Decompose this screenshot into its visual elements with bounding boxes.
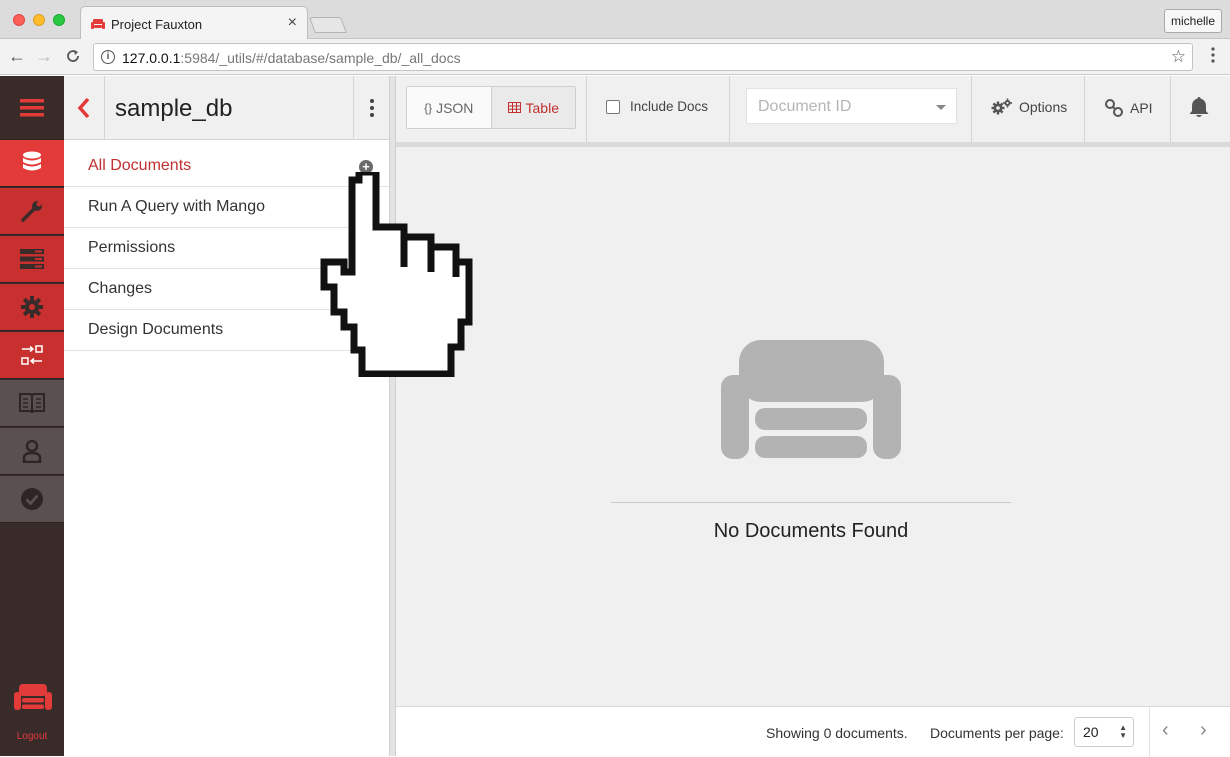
header-divider bbox=[586, 76, 587, 142]
hand-pointer-cursor-icon bbox=[320, 172, 473, 377]
replication-icon bbox=[21, 345, 43, 365]
notifications-button[interactable] bbox=[1188, 96, 1216, 118]
json-view-button[interactable]: {} JSON bbox=[407, 87, 492, 128]
address-bar[interactable]: i 127.0.0.1:5984/_utils/#/database/sampl… bbox=[93, 43, 1193, 71]
browser-tab[interactable]: Project Fauxton × bbox=[80, 6, 308, 39]
sidebar-item-label: Run A Query with Mango bbox=[88, 198, 265, 215]
nav-databases[interactable] bbox=[0, 140, 64, 187]
reload-icon[interactable] bbox=[62, 46, 84, 69]
nav-setup[interactable] bbox=[0, 188, 64, 235]
table-view-button[interactable]: Table bbox=[491, 87, 575, 128]
sidebar-item-label: Design Documents bbox=[88, 321, 224, 338]
checkbox-box[interactable] bbox=[606, 99, 620, 114]
server-icon bbox=[20, 249, 44, 269]
per-page-value: 20 bbox=[1083, 724, 1099, 740]
header-divider bbox=[1170, 76, 1171, 142]
options-label: Options bbox=[1019, 99, 1068, 115]
couch-favicon-icon bbox=[91, 19, 105, 29]
showing-count: Showing 0 documents. bbox=[766, 725, 908, 741]
bookmark-star-icon[interactable]: ☆ bbox=[1171, 47, 1186, 67]
tab-title: Project Fauxton bbox=[111, 17, 203, 32]
sidebar-item-label: Changes bbox=[88, 280, 153, 297]
gears-icon bbox=[991, 98, 1012, 115]
forward-arrow-icon[interactable]: → bbox=[33, 46, 55, 67]
minimize-window-button[interactable] bbox=[33, 14, 45, 26]
footer-divider bbox=[1149, 707, 1150, 757]
empty-state-message: No Documents Found bbox=[713, 520, 909, 542]
json-label: JSON bbox=[436, 99, 474, 116]
wrench-icon bbox=[21, 201, 42, 222]
view-toggle: {} JSON Table bbox=[406, 86, 576, 129]
info-icon[interactable]: i bbox=[101, 50, 115, 64]
documents-header: {} JSON Table Include Docs Document ID O… bbox=[396, 76, 1230, 147]
couch-icon bbox=[721, 340, 901, 459]
api-label: API bbox=[1130, 100, 1153, 116]
nav-verify[interactable] bbox=[0, 476, 64, 523]
table-label: Table bbox=[525, 99, 559, 116]
browser-toolbar: ← → i 127.0.0.1:5984/_utils/#/database/s… bbox=[0, 39, 1230, 75]
per-page-label: Documents per page: bbox=[930, 725, 1064, 741]
sidebar-item-label: All Documents bbox=[88, 157, 192, 174]
more-dot bbox=[369, 99, 374, 103]
user-icon bbox=[22, 439, 42, 463]
tab-close-icon[interactable]: × bbox=[288, 14, 297, 32]
nav-toggle-button[interactable] bbox=[0, 76, 64, 140]
braces-icon: {} bbox=[424, 100, 433, 115]
header-divider bbox=[1084, 76, 1085, 142]
nav-active-tasks[interactable] bbox=[0, 236, 64, 283]
include-docs-label: Include Docs bbox=[630, 99, 709, 114]
previous-page-button[interactable]: ‹ bbox=[1162, 719, 1169, 742]
nav-configuration[interactable] bbox=[0, 284, 64, 331]
document-id-select[interactable]: Document ID bbox=[746, 88, 957, 124]
maximize-window-button[interactable] bbox=[53, 14, 65, 26]
more-dot bbox=[369, 106, 374, 110]
nav-user[interactable] bbox=[0, 428, 64, 475]
documents-footer: Showing 0 documents. Documents per page:… bbox=[396, 706, 1230, 757]
table-icon bbox=[507, 102, 521, 113]
browser-menu-icon[interactable] bbox=[1210, 47, 1216, 63]
database-icon bbox=[23, 151, 41, 171]
documents-area: No Documents Found bbox=[396, 147, 1230, 706]
select-arrows-icon: ▲ ▼ bbox=[1119, 723, 1127, 740]
bell-icon bbox=[1189, 97, 1209, 117]
per-page-select[interactable]: 20 ▲ ▼ bbox=[1074, 717, 1134, 747]
url-text: 127.0.0.1:5984/_utils/#/database/sample_… bbox=[122, 50, 461, 66]
chevron-left-icon bbox=[77, 97, 90, 119]
more-dot bbox=[369, 113, 374, 117]
api-button[interactable]: API bbox=[1104, 98, 1153, 118]
link-icon bbox=[1105, 99, 1123, 117]
browser-tab-bar: Project Fauxton × michelle bbox=[0, 0, 1230, 39]
profile-button[interactable]: michelle bbox=[1164, 9, 1222, 33]
next-page-button[interactable]: › bbox=[1200, 719, 1207, 742]
new-tab-button[interactable] bbox=[309, 17, 347, 33]
include-docs-checkbox[interactable]: Include Docs bbox=[606, 99, 708, 114]
header-divider bbox=[729, 76, 730, 142]
nav-replication[interactable] bbox=[0, 332, 64, 379]
menu-icon bbox=[20, 98, 44, 116]
back-button[interactable] bbox=[64, 76, 105, 140]
database-header: sample_db bbox=[64, 76, 389, 140]
book-icon bbox=[19, 393, 45, 414]
nav-documentation[interactable] bbox=[0, 380, 64, 427]
options-button[interactable]: Options bbox=[991, 98, 1067, 116]
primary-nav: Logout bbox=[0, 76, 64, 756]
gear-icon bbox=[21, 296, 43, 318]
chevron-down-icon bbox=[936, 105, 946, 110]
database-options-button[interactable] bbox=[353, 76, 389, 140]
close-window-button[interactable] bbox=[13, 14, 25, 26]
back-arrow-icon[interactable]: ← bbox=[6, 46, 28, 67]
empty-state-divider bbox=[611, 502, 1011, 503]
database-title: sample_db bbox=[115, 95, 233, 122]
document-id-placeholder: Document ID bbox=[758, 98, 852, 115]
sidebar-item-label: Permissions bbox=[88, 239, 176, 256]
logout-label: Logout bbox=[16, 731, 48, 742]
check-circle-icon bbox=[21, 488, 43, 510]
header-divider bbox=[971, 76, 972, 142]
couch-logo-icon bbox=[14, 684, 52, 710]
logout-button[interactable]: Logout bbox=[0, 676, 64, 756]
